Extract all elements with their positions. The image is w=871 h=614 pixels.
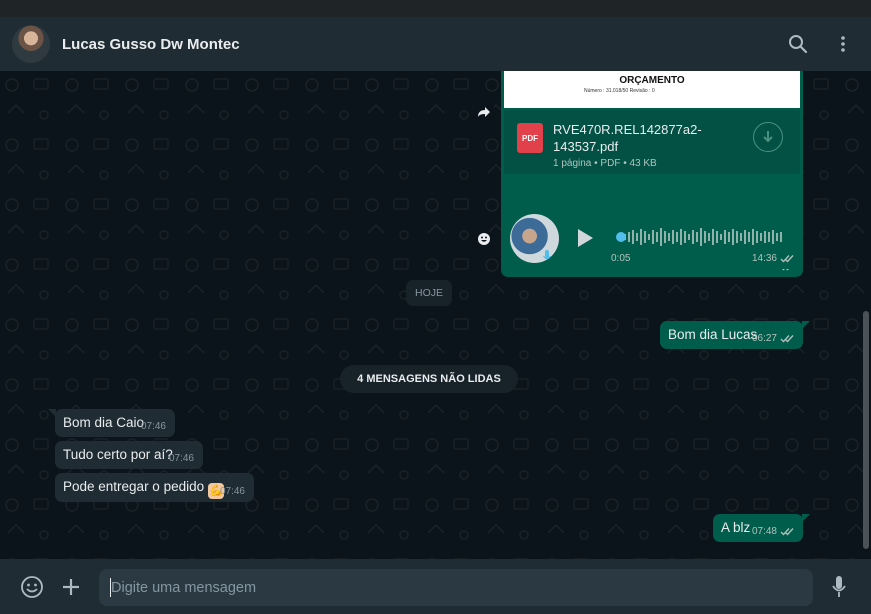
message-time: 07:46 bbox=[140, 421, 166, 432]
bubble-tail bbox=[802, 514, 810, 522]
message-time: 07:46 bbox=[168, 453, 194, 464]
message-text: Tudo certo por aí? bbox=[63, 447, 173, 462]
chat-header[interactable]: Lucas Gusso Dw Montec bbox=[0, 17, 871, 71]
pdf-icon: PDF bbox=[517, 123, 543, 153]
message-composer bbox=[0, 559, 871, 614]
text-caret bbox=[110, 578, 111, 597]
document-file-info: 1 página • PDF • 43 KB bbox=[553, 158, 657, 169]
chat-area[interactable]: ORÇAMENTO Número : 31.018/50 Revisão : 0… bbox=[0, 71, 871, 559]
download-icon[interactable] bbox=[753, 122, 783, 152]
message-input-box[interactable] bbox=[99, 569, 813, 606]
chat-scrollbar[interactable] bbox=[863, 311, 869, 549]
contact-avatar[interactable] bbox=[12, 25, 50, 63]
message-meta: 07:46 bbox=[169, 453, 194, 464]
document-preview-line: Número : 31.018/50 Revisão : 0 bbox=[584, 88, 655, 94]
menu-icon[interactable] bbox=[831, 32, 855, 56]
message-meta: 14:36 bbox=[752, 253, 794, 264]
message-time: 06:27 bbox=[751, 333, 777, 344]
incoming-message[interactable]: Bom dia Caio 07:46 bbox=[48, 409, 175, 437]
message-time: 07:48 bbox=[751, 526, 777, 537]
message-meta: 07:46 bbox=[141, 421, 166, 432]
message-time: 14:36 bbox=[751, 253, 777, 264]
bubble-tail bbox=[48, 409, 56, 417]
incoming-message[interactable]: Tudo certo por aí? 07:46 bbox=[55, 441, 203, 469]
audio-progress-dot bbox=[616, 232, 626, 242]
message-text: Pode entregar o pedido bbox=[63, 479, 205, 494]
incoming-message[interactable]: Pode entregar o pedido 💪 07:46 bbox=[55, 473, 254, 502]
emoji-react-icon[interactable] bbox=[475, 230, 493, 248]
message-input[interactable] bbox=[111, 579, 813, 596]
outgoing-message[interactable]: A blz 07:48 bbox=[713, 514, 810, 542]
unread-messages-separator: 4 MENSAGENS NÃO LIDAS bbox=[340, 365, 518, 393]
document-file-name: RVE470R.REL142877a2-143537.pdf bbox=[553, 122, 702, 154]
message-text-wrap: Pode entregar o pedido 💪 bbox=[63, 479, 225, 499]
emoji-icon[interactable] bbox=[19, 574, 45, 600]
double-check-icon bbox=[780, 255, 794, 263]
message-text: Bom dia Lucas bbox=[668, 327, 758, 342]
play-icon[interactable] bbox=[575, 227, 595, 249]
message-meta: 07:48 bbox=[752, 526, 794, 537]
message-meta: 06:27 bbox=[752, 333, 794, 344]
search-icon[interactable] bbox=[786, 32, 810, 56]
mic-icon[interactable] bbox=[826, 574, 852, 600]
window-top-strip bbox=[0, 0, 871, 17]
outgoing-message[interactable]: Bom dia Lucas 06:27 bbox=[660, 321, 810, 349]
date-separator: HOJE bbox=[406, 280, 452, 306]
forward-icon[interactable] bbox=[473, 101, 495, 123]
message-time: 07:46 bbox=[219, 486, 245, 497]
audio-message[interactable]: 0:05 14:36 bbox=[501, 209, 803, 269]
document-preview[interactable]: ORÇAMENTO Número : 31.018/50 Revisão : 0 bbox=[504, 71, 800, 108]
plus-icon[interactable] bbox=[58, 574, 84, 600]
mic-badge-icon bbox=[543, 250, 551, 260]
bubble-tail bbox=[802, 321, 810, 329]
audio-duration: 0:05 bbox=[611, 253, 631, 264]
message-text: A blz bbox=[721, 520, 751, 535]
message-text: Bom dia Caio bbox=[63, 415, 145, 430]
double-check-icon bbox=[780, 335, 794, 343]
double-check-icon bbox=[780, 528, 794, 536]
document-preview-title: ORÇAMENTO bbox=[619, 75, 685, 86]
contact-name[interactable]: Lucas Gusso Dw Montec bbox=[62, 36, 765, 53]
audio-waveform[interactable] bbox=[616, 226, 786, 248]
message-meta: 07:46 bbox=[220, 486, 245, 497]
